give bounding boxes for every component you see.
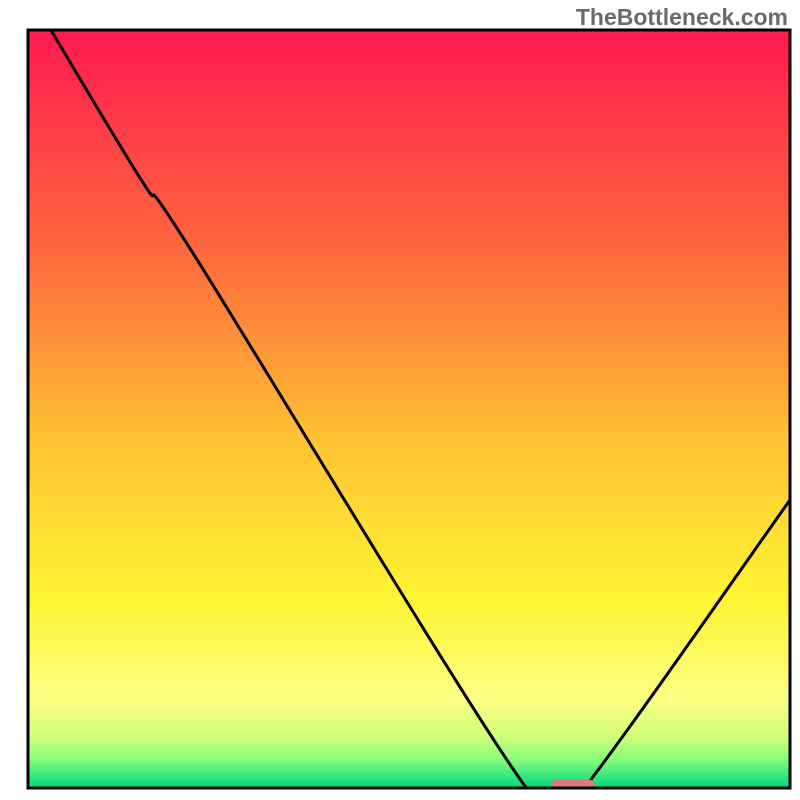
- watermark-text: TheBottleneck.com: [576, 4, 788, 31]
- chart-container: TheBottleneck.com: [0, 0, 800, 800]
- optimal-marker: [551, 780, 595, 793]
- bottleneck-chart: [0, 0, 800, 800]
- gradient-background: [28, 30, 790, 788]
